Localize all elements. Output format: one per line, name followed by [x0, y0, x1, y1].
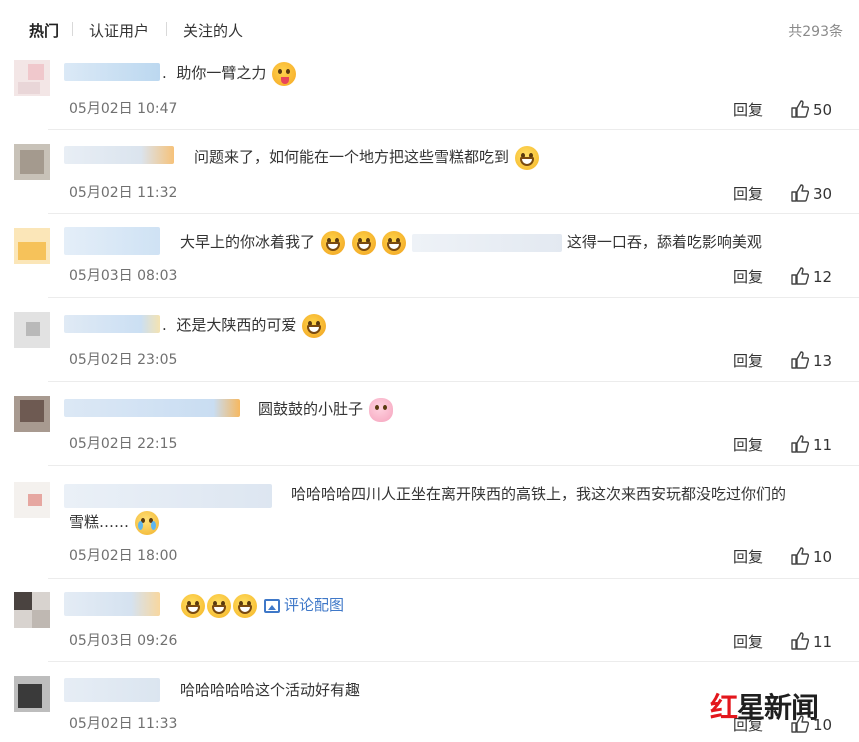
reply-button[interactable]: 回复	[733, 350, 763, 371]
avatar[interactable]	[14, 144, 50, 180]
grin-emoji	[207, 593, 231, 618]
comment-item: . 还是大陕西的可爱 05月02日 23:05 回复 13	[0, 306, 859, 381]
avatar[interactable]	[14, 396, 50, 432]
watermark-logo-text: 红星新闻	[710, 691, 819, 724]
blurred-username[interactable]	[64, 227, 160, 255]
grin-emoji	[181, 593, 205, 618]
comment-text: 圆鼓鼓的小肚子	[258, 395, 394, 423]
avatar[interactable]	[14, 312, 50, 348]
total-comment-count: 共293条	[788, 24, 843, 40]
image-icon	[264, 598, 280, 613]
avatar[interactable]	[14, 676, 50, 712]
reply-button[interactable]: 回复	[733, 434, 763, 455]
comment-time: 05月02日 11:32	[69, 185, 178, 201]
comment-filter-tabs: 热门 认证用户 关注的人 共293条	[0, 14, 859, 44]
blurred-username[interactable]	[64, 315, 160, 333]
divider	[48, 465, 859, 466]
avatar[interactable]	[14, 482, 50, 518]
blurred-username[interactable]	[64, 63, 160, 81]
hongxing-news-watermark-logo: 红星新闻	[706, 682, 859, 742]
thumbs-up-icon	[791, 267, 809, 285]
comment-text: 哈哈哈哈哈这个活动好有趣	[180, 681, 361, 699]
comment-time: 05月02日 11:33	[69, 716, 178, 732]
like-count: 10	[813, 548, 833, 566]
comment-text-line1: 哈哈哈哈四川人正坐在离开陕西的高铁上，我这次来西安玩都没吃过你们的	[291, 485, 787, 503]
reply-button[interactable]: 回复	[733, 99, 763, 120]
reply-button[interactable]: 回复	[733, 183, 763, 204]
like-count: 13	[813, 352, 833, 370]
comment-item: 评论配图 05月03日 09:26 回复 11	[0, 586, 859, 661]
divider	[48, 661, 859, 662]
comment-time: 05月03日 09:26	[69, 633, 178, 649]
comment-item: 大早上的你冰着我了 这得一口吞，舔着吃影响美观 05月03日 08:03 回复 …	[0, 222, 859, 297]
like-count: 12	[813, 268, 833, 286]
thumbs-up-icon	[791, 632, 809, 650]
avatar[interactable]	[14, 592, 50, 628]
like-count: 30	[813, 185, 833, 203]
comment-item: 哈哈哈哈四川人正坐在离开陕西的高铁上，我这次来西安玩都没吃过你们的 雪糕…… 0…	[0, 474, 859, 578]
comment-item: 圆鼓鼓的小肚子 05月02日 22:15 回复 11	[0, 390, 859, 465]
blurred-username[interactable]	[64, 399, 240, 417]
avatar[interactable]	[14, 60, 50, 96]
comment-time: 05月02日 22:15	[69, 436, 178, 452]
comment-time: 05月02日 10:47	[69, 101, 178, 117]
like-count: 11	[813, 436, 833, 454]
divider	[48, 578, 859, 579]
comment-text: 问题来了，如何能在一个地方把这些雪糕都吃到	[194, 143, 540, 171]
reply-button[interactable]: 回复	[733, 546, 763, 567]
comment-text: . 助你一臂之力	[162, 59, 297, 87]
laugh-emoji	[320, 230, 345, 255]
tab-separator	[166, 22, 167, 36]
thumbs-up-icon	[791, 547, 809, 565]
grin-emoji	[233, 593, 257, 618]
tab-separator	[72, 22, 73, 36]
thumbs-up-icon	[791, 100, 809, 118]
thumbs-up-icon	[791, 184, 809, 202]
blurred-username[interactable]	[64, 484, 272, 508]
avatar[interactable]	[14, 228, 50, 264]
blurred-mention[interactable]	[412, 233, 563, 252]
tab-hot[interactable]: 热门	[29, 20, 59, 41]
thumbs-up-icon	[791, 435, 809, 453]
tongue-emoji	[272, 61, 297, 86]
laugh-emoji	[302, 313, 327, 338]
divider	[48, 129, 859, 130]
comment-image-link[interactable]: 评论配图	[284, 596, 344, 614]
comment-time: 05月03日 08:03	[69, 268, 178, 284]
tab-following[interactable]: 关注的人	[183, 20, 243, 41]
comment-text-line2: 雪糕……	[69, 508, 160, 536]
grin-emoji	[514, 145, 539, 170]
comment-item: 问题来了，如何能在一个地方把这些雪糕都吃到 05月02日 11:32 回复 30	[0, 138, 859, 213]
comment-item: . 助你一臂之力 05月02日 10:47 回复 50	[0, 54, 859, 129]
laugh-emoji	[382, 230, 407, 255]
blurred-username[interactable]	[64, 592, 160, 616]
divider	[48, 297, 859, 298]
comment-text: 评论配图	[180, 591, 344, 619]
tab-verified-users[interactable]: 认证用户	[89, 20, 149, 41]
reply-button[interactable]: 回复	[733, 266, 763, 287]
divider	[48, 381, 859, 382]
divider	[48, 213, 859, 214]
pig-emoji	[368, 397, 393, 422]
like-count: 11	[813, 633, 833, 651]
comment-text: . 还是大陕西的可爱	[162, 311, 327, 339]
cry-emoji	[134, 510, 159, 535]
like-count: 50	[813, 101, 833, 119]
comment-text: 大早上的你冰着我了 这得一口吞，舔着吃影响美观	[180, 228, 762, 256]
blurred-username[interactable]	[64, 678, 160, 702]
thumbs-up-icon	[791, 351, 809, 369]
reply-button[interactable]: 回复	[733, 631, 763, 652]
blurred-username[interactable]	[64, 146, 174, 164]
laugh-emoji	[351, 230, 376, 255]
comment-time: 05月02日 18:00	[69, 548, 178, 564]
comment-time: 05月02日 23:05	[69, 352, 178, 368]
